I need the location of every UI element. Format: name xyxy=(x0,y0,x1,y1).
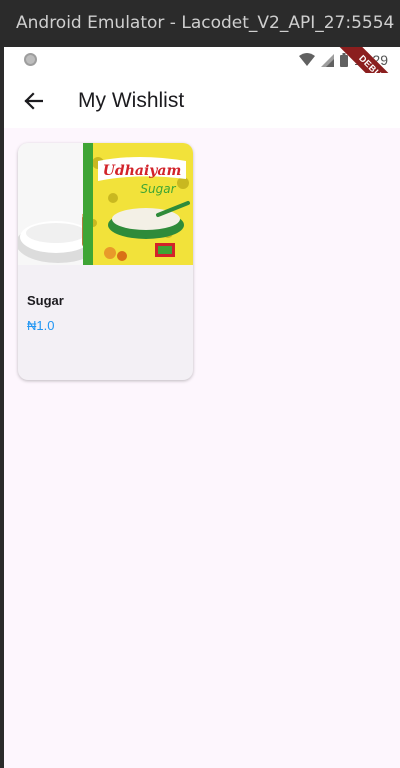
app-bar: My Wishlist xyxy=(4,73,400,128)
app-screen: 11:29 DEBUG My Wishlist xyxy=(4,47,400,768)
product-name: Sugar xyxy=(27,293,64,308)
brand-text: Udhaiyam xyxy=(103,163,182,179)
emulator-window-title: Android Emulator - Lacodet_V2_API_27:555… xyxy=(0,0,400,47)
arrow-back-icon xyxy=(24,92,43,110)
notification-dot-icon xyxy=(24,53,37,66)
cell-signal-icon xyxy=(321,53,334,67)
product-text: Sugar xyxy=(140,182,176,196)
product-price: ₦1.0 xyxy=(27,318,55,333)
product-image: Udhaiyam Sugar xyxy=(18,143,193,265)
wishlist-item-card[interactable]: Udhaiyam Sugar Sugar ₦1.0 xyxy=(18,143,193,380)
status-bar: 11:29 DEBUG xyxy=(4,47,400,114)
back-button[interactable] xyxy=(18,86,48,116)
wifi-icon xyxy=(299,53,315,66)
page-title: My Wishlist xyxy=(78,89,185,112)
